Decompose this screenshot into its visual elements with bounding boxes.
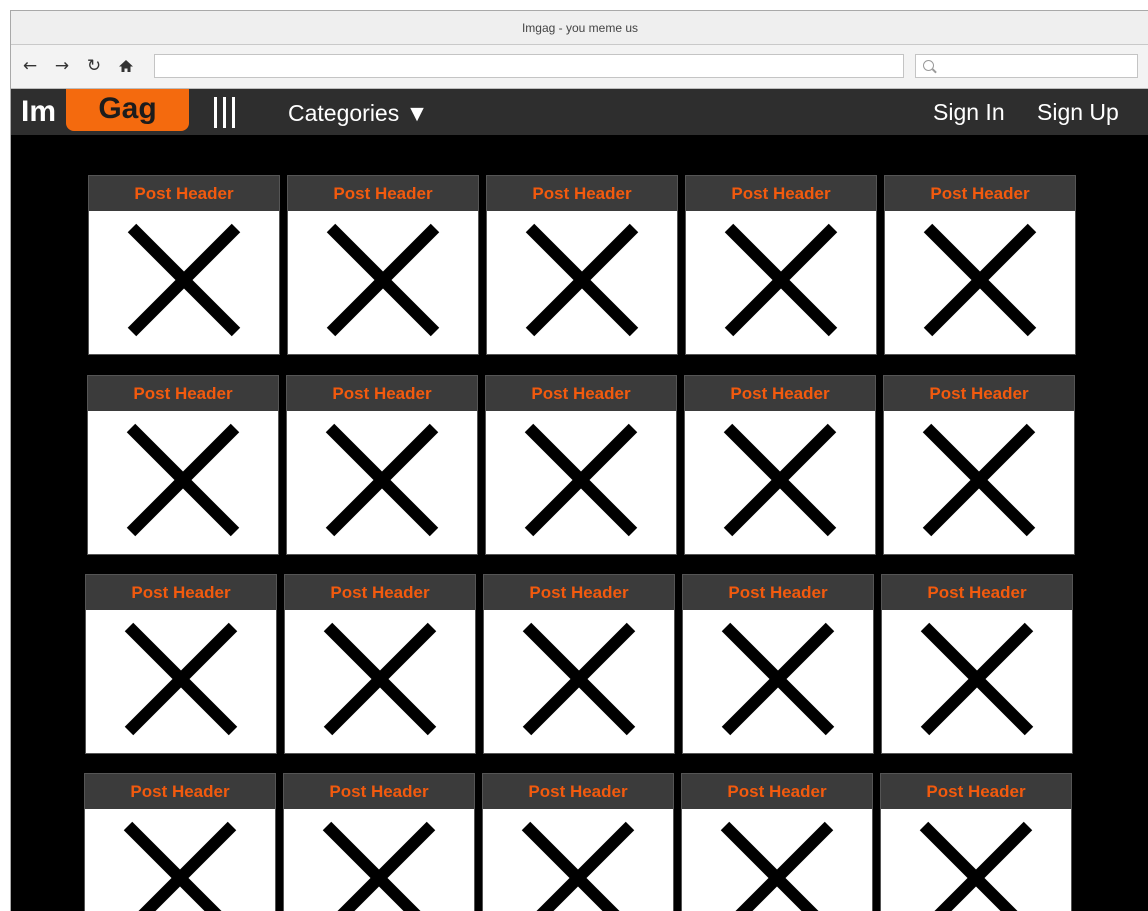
post-card[interactable]: Post Header	[486, 175, 678, 355]
post-header[interactable]: Post Header	[89, 176, 279, 211]
image-placeholder-icon[interactable]	[89, 211, 279, 354]
browser-search-input[interactable]	[915, 54, 1138, 78]
post-header[interactable]: Post Header	[486, 376, 676, 411]
post-header[interactable]: Post Header	[483, 774, 673, 809]
image-placeholder-icon[interactable]	[86, 610, 276, 753]
image-placeholder-icon[interactable]	[288, 211, 478, 354]
post-header[interactable]: Post Header	[86, 575, 276, 610]
image-placeholder-icon[interactable]	[881, 809, 1071, 911]
image-placeholder-icon[interactable]	[483, 809, 673, 911]
post-header[interactable]: Post Header	[285, 575, 475, 610]
window-title: Imgag - you meme us	[11, 11, 1148, 45]
sign-in-link[interactable]: Sign In	[933, 98, 1005, 126]
image-placeholder-icon[interactable]	[885, 211, 1075, 354]
post-card[interactable]: Post Header	[681, 773, 873, 911]
post-header[interactable]: Post Header	[487, 176, 677, 211]
post-card[interactable]: Post Header	[87, 375, 279, 555]
post-header[interactable]: Post Header	[884, 376, 1074, 411]
image-placeholder-icon[interactable]	[683, 610, 873, 753]
image-placeholder-icon[interactable]	[882, 610, 1072, 753]
post-card[interactable]: Post Header	[287, 175, 479, 355]
post-card[interactable]: Post Header	[283, 773, 475, 911]
logo-text-im: Im	[21, 95, 57, 128]
address-bar[interactable]	[154, 54, 904, 78]
post-header[interactable]: Post Header	[881, 774, 1071, 809]
post-header[interactable]: Post Header	[885, 176, 1075, 211]
post-card[interactable]: Post Header	[286, 375, 478, 555]
window-frame: Imgag - you meme us ← → ↻ Im Gag Categor…	[10, 10, 1148, 911]
post-card[interactable]: Post Header	[884, 175, 1076, 355]
image-placeholder-icon[interactable]	[88, 411, 278, 554]
post-header[interactable]: Post Header	[882, 575, 1072, 610]
top-margin	[0, 0, 1148, 10]
image-placeholder-icon[interactable]	[486, 411, 676, 554]
image-placeholder-icon[interactable]	[685, 411, 875, 554]
site-header: Im Gag Categories ▼ Sign In Sign Up	[11, 89, 1148, 135]
post-header[interactable]: Post Header	[85, 774, 275, 809]
image-placeholder-icon[interactable]	[284, 809, 474, 911]
post-header[interactable]: Post Header	[686, 176, 876, 211]
post-header[interactable]: Post Header	[685, 376, 875, 411]
image-placeholder-icon[interactable]	[884, 411, 1074, 554]
post-header[interactable]: Post Header	[287, 376, 477, 411]
post-card[interactable]: Post Header	[88, 175, 280, 355]
post-card[interactable]: Post Header	[84, 773, 276, 911]
post-card[interactable]: Post Header	[883, 375, 1075, 555]
reload-icon[interactable]: ↻	[83, 55, 105, 77]
post-card[interactable]: Post Header	[85, 574, 277, 754]
post-card[interactable]: Post Header	[483, 574, 675, 754]
post-header[interactable]: Post Header	[88, 376, 278, 411]
post-card[interactable]: Post Header	[684, 375, 876, 555]
post-card[interactable]: Post Header	[682, 574, 874, 754]
vertical-bars-icon[interactable]	[214, 97, 240, 129]
post-card[interactable]: Post Header	[685, 175, 877, 355]
image-placeholder-icon[interactable]	[487, 211, 677, 354]
post-header[interactable]: Post Header	[682, 774, 872, 809]
post-grid: Post Header Post Header Post Header Post He…	[11, 135, 1148, 911]
search-icon	[923, 60, 934, 71]
browser-window: Imgag - you meme us ← → ↻ Im Gag Categor…	[0, 0, 1148, 911]
arrow-left-icon[interactable]: ←	[19, 55, 41, 77]
post-header[interactable]: Post Header	[284, 774, 474, 809]
browser-toolbar: ← → ↻	[11, 45, 1148, 89]
home-icon[interactable]	[115, 55, 137, 77]
image-placeholder-icon[interactable]	[287, 411, 477, 554]
image-placeholder-icon[interactable]	[686, 211, 876, 354]
post-header[interactable]: Post Header	[683, 575, 873, 610]
sign-up-link[interactable]: Sign Up	[1037, 98, 1119, 126]
post-header[interactable]: Post Header	[288, 176, 478, 211]
post-header[interactable]: Post Header	[484, 575, 674, 610]
post-card[interactable]: Post Header	[881, 574, 1073, 754]
image-placeholder-icon[interactable]	[682, 809, 872, 911]
post-card[interactable]: Post Header	[485, 375, 677, 555]
logo-text-gag: Gag	[66, 89, 189, 131]
post-card[interactable]: Post Header	[284, 574, 476, 754]
arrow-right-icon[interactable]: →	[51, 55, 73, 77]
image-placeholder-icon[interactable]	[484, 610, 674, 753]
image-placeholder-icon[interactable]	[85, 809, 275, 911]
post-card[interactable]: Post Header	[482, 773, 674, 911]
categories-dropdown[interactable]: Categories ▼	[288, 99, 428, 127]
post-card[interactable]: Post Header	[880, 773, 1072, 911]
image-placeholder-icon[interactable]	[285, 610, 475, 753]
